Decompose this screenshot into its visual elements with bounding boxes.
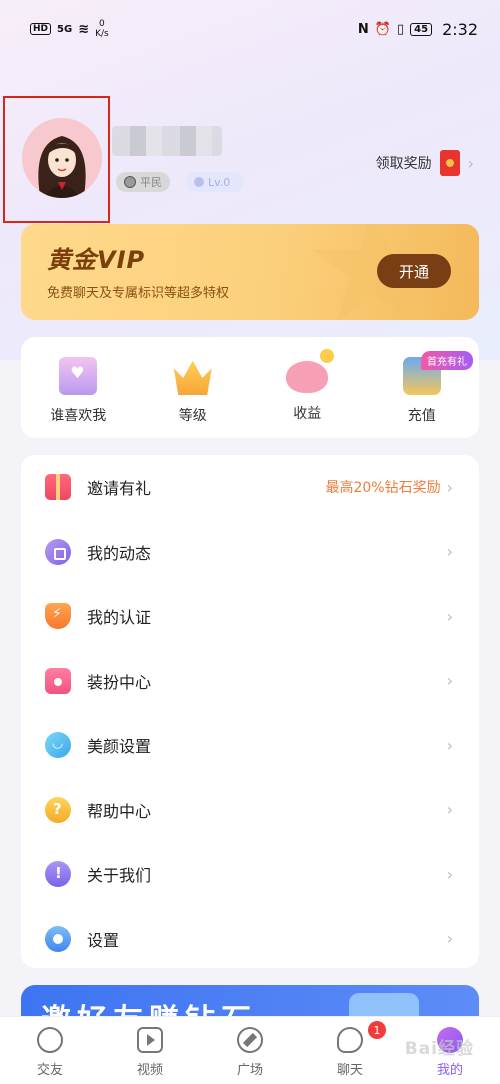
envelope-heart-icon bbox=[59, 357, 98, 395]
chevron-right-icon: › bbox=[446, 606, 453, 626]
vip-card[interactable]: 黄金VIP 免费聊天及专属标识等超多特权 开通 bbox=[21, 224, 479, 320]
chevron-right-icon: › bbox=[446, 735, 453, 755]
tab-plaza[interactable]: 广场 bbox=[200, 1017, 300, 1084]
red-packet-icon bbox=[439, 150, 460, 176]
piggy-bank-icon bbox=[286, 349, 335, 393]
status-bar: HD 5G ≋ 0 K/s N ⏰ ▯ 45 2:32 bbox=[0, 0, 500, 58]
menu-item-label: 设置 bbox=[87, 930, 120, 950]
vibrate-icon: ▯ bbox=[396, 21, 405, 37]
tab-chat[interactable]: 聊天 1 bbox=[300, 1017, 400, 1084]
menu-dress-center[interactable]: 装扮中心 › bbox=[21, 649, 479, 714]
menu-item-label: 装扮中心 bbox=[87, 672, 152, 692]
quick-actions-card: 谁喜欢我 等级 收益 充值 首充有礼 bbox=[21, 337, 479, 438]
chevron-right-icon: › bbox=[446, 477, 453, 497]
vip-subtitle: 免费聊天及专属标识等超多特权 bbox=[47, 286, 230, 301]
dress-icon bbox=[45, 667, 71, 694]
menu-about-us[interactable]: 关于我们 › bbox=[21, 842, 479, 907]
menu-item-label: 美颜设置 bbox=[87, 737, 152, 757]
menu-item-label: 邀请有礼 bbox=[87, 479, 152, 499]
moment-icon bbox=[45, 538, 71, 565]
alarm-icon: ⏰ bbox=[374, 21, 391, 37]
menu-item-label: 我的认证 bbox=[87, 608, 152, 628]
friend-heart-icon bbox=[37, 1027, 63, 1053]
nfc-icon: N bbox=[357, 21, 369, 37]
menu-item-label: 关于我们 bbox=[87, 866, 152, 886]
hd-icon: HD bbox=[30, 23, 52, 35]
avatar[interactable] bbox=[22, 118, 102, 198]
crown-icon bbox=[173, 360, 212, 395]
gift-icon bbox=[45, 474, 71, 501]
menu-list-card: 邀请有礼 最高20%钻石奖励 › 我的动态 › 我的认证 › 装扮中心 › 美颜… bbox=[21, 455, 479, 968]
chat-unread-badge: 1 bbox=[368, 1021, 386, 1039]
clock: 2:32 bbox=[442, 19, 478, 39]
menu-item-label: 我的动态 bbox=[87, 543, 152, 563]
signal-icon: 5G bbox=[57, 23, 73, 35]
quick-item-label: 充值 bbox=[407, 408, 436, 424]
level-badge-label: Lv.0 bbox=[208, 175, 231, 189]
menu-my-verification[interactable]: 我的认证 › bbox=[21, 584, 479, 649]
level-badge: Lv.0 bbox=[186, 172, 245, 192]
first-recharge-tag: 首充有礼 bbox=[421, 351, 473, 370]
avatar-girl-icon bbox=[22, 118, 102, 198]
beauty-face-icon bbox=[45, 732, 71, 759]
menu-beauty-settings[interactable]: 美颜设置 › bbox=[21, 713, 479, 778]
menu-my-moments[interactable]: 我的动态 › bbox=[21, 520, 479, 585]
quick-item-label: 谁喜欢我 bbox=[50, 408, 107, 424]
tab-label: 视频 bbox=[136, 1063, 163, 1078]
video-icon bbox=[137, 1027, 163, 1053]
chevron-right-icon: › bbox=[446, 542, 453, 562]
chat-icon bbox=[337, 1027, 363, 1053]
help-icon bbox=[45, 796, 71, 823]
menu-settings[interactable]: 设置 › bbox=[21, 907, 479, 972]
tab-label: 聊天 bbox=[336, 1063, 363, 1078]
quick-recharge[interactable]: 充值 首充有礼 bbox=[365, 337, 480, 438]
menu-item-label: 帮助中心 bbox=[87, 801, 152, 821]
coin-icon bbox=[124, 176, 136, 188]
battery-icon: 45 bbox=[410, 22, 433, 36]
claim-reward-label: 领取奖励 bbox=[375, 156, 432, 172]
verify-shield-icon bbox=[45, 603, 71, 630]
quick-level[interactable]: 等级 bbox=[136, 337, 251, 438]
tab-label: 我的 bbox=[436, 1063, 463, 1078]
claim-reward-link[interactable]: 领取奖励 › bbox=[376, 150, 474, 176]
invite-promo-text: 最高20%钻石奖励 bbox=[325, 480, 441, 497]
compass-icon bbox=[237, 1027, 263, 1053]
tab-friends[interactable]: 交友 bbox=[0, 1017, 100, 1084]
network-speed: 0 K/s bbox=[95, 19, 109, 39]
about-icon bbox=[45, 861, 71, 888]
menu-help-center[interactable]: 帮助中心 › bbox=[21, 778, 479, 843]
rank-badge: 平民 bbox=[116, 172, 170, 192]
vip-open-button[interactable]: 开通 bbox=[377, 254, 451, 288]
quick-who-likes-me[interactable]: 谁喜欢我 bbox=[21, 337, 136, 438]
rank-badge-label: 平民 bbox=[140, 176, 162, 189]
settings-icon bbox=[45, 925, 71, 952]
chevron-right-icon: › bbox=[446, 671, 453, 691]
chevron-right-icon: › bbox=[446, 864, 453, 884]
chevron-right-icon: › bbox=[467, 153, 474, 173]
wifi-icon: ≋ bbox=[78, 21, 90, 37]
quick-item-label: 收益 bbox=[293, 406, 322, 422]
quick-earnings[interactable]: 收益 bbox=[250, 337, 365, 438]
tab-label: 交友 bbox=[36, 1063, 63, 1078]
tab-label: 广场 bbox=[236, 1063, 263, 1078]
chevron-right-icon: › bbox=[446, 929, 453, 949]
tab-video[interactable]: 视频 bbox=[100, 1017, 200, 1084]
vip-title: 黄金VIP bbox=[47, 246, 146, 274]
username-blurred bbox=[112, 126, 222, 156]
watermark: Bai经验 bbox=[404, 1039, 474, 1059]
menu-invite[interactable]: 邀请有礼 最高20%钻石奖励 › bbox=[21, 455, 479, 520]
level-dot-icon bbox=[194, 177, 204, 187]
chevron-right-icon: › bbox=[446, 800, 453, 820]
quick-item-label: 等级 bbox=[178, 408, 207, 424]
